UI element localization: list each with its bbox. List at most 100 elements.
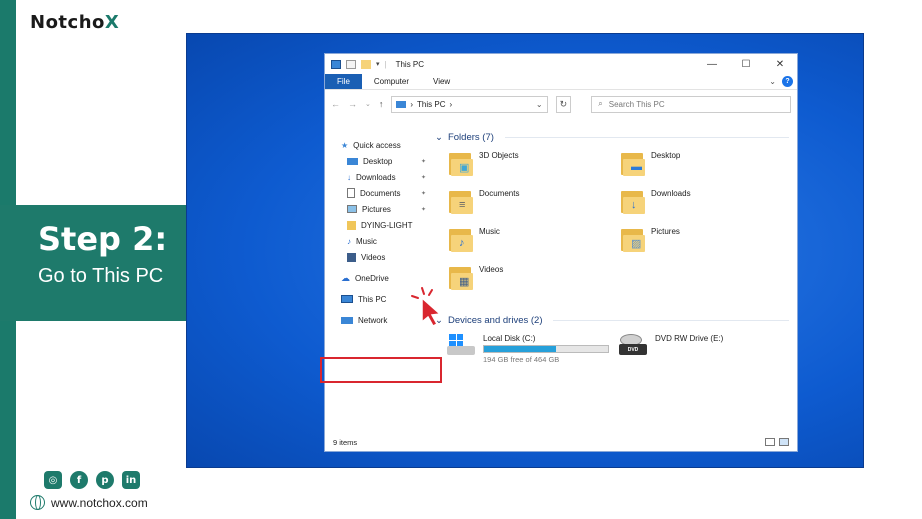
breadcrumb-separator: › <box>449 99 453 109</box>
sidebar-item-label: Videos <box>361 252 386 262</box>
search-input[interactable]: ⌕ Search This PC <box>591 95 791 113</box>
folder-icon: ▦ <box>449 265 473 291</box>
folder-label: 3D Objects <box>479 151 519 160</box>
folder-label: Videos <box>479 265 504 274</box>
this-pc-highlight-box <box>320 357 442 383</box>
customize-toolbar-icon[interactable]: ▾ <box>376 60 380 68</box>
window-title: This PC <box>395 59 425 69</box>
folder-documents[interactable]: ≡ Documents <box>449 189 519 215</box>
minimize-button[interactable]: — <box>695 59 729 70</box>
explorer-body: ★ Quick access Desktop ✦ ↓ Downloads ✦ D… <box>320 130 797 433</box>
details-view-icon[interactable] <box>765 438 775 446</box>
folders-section-header[interactable]: ⌄ Folders (7) <box>435 129 797 145</box>
music-icon: ♪ <box>347 236 351 246</box>
expand-ribbon-icon[interactable]: ⌄ <box>769 77 776 86</box>
drive-local-disk-c[interactable]: Local Disk (C:) 194 GB free of 464 GB <box>447 334 609 364</box>
new-folder-icon[interactable] <box>361 59 371 69</box>
sidebar-item-documents[interactable]: Documents ✦ <box>325 185 426 201</box>
sidebar-item-quick-access[interactable]: ★ Quick access <box>325 137 425 153</box>
logo-x: X <box>104 12 120 33</box>
computer-icon <box>396 100 407 108</box>
tab-computer[interactable]: Computer <box>362 74 421 89</box>
notchox-logo: NotchoX <box>30 12 119 33</box>
pin-icon: ✦ <box>421 206 427 213</box>
folder-desktop[interactable]: ▬ Desktop <box>621 151 680 177</box>
folder-3d-objects[interactable]: ▣ 3D Objects <box>449 151 519 177</box>
refresh-button[interactable]: ↻ <box>555 95 572 113</box>
pin-icon: ✦ <box>421 158 427 165</box>
sidebar-item-label: DYING-LIGHT <box>361 220 413 230</box>
click-cursor-icon <box>411 287 442 327</box>
social-links: ◎ f p in <box>44 471 140 489</box>
tab-view[interactable]: View <box>421 74 462 89</box>
back-icon[interactable]: ← <box>331 99 340 109</box>
maximize-button[interactable]: ☐ <box>729 59 763 70</box>
sidebar-item-dying-light[interactable]: DYING-LIGHT <box>325 217 425 233</box>
sidebar-item-pictures[interactable]: Pictures ✦ <box>325 201 427 217</box>
folder-icon: ▨ <box>621 227 645 253</box>
folder-videos[interactable]: ▦ Videos <box>449 265 503 291</box>
drive-usage-bar <box>483 345 609 353</box>
properties-icon[interactable] <box>346 59 356 69</box>
sidebar-item-label: Desktop <box>363 156 393 166</box>
drive-free-space: 194 GB free of 464 GB <box>483 355 560 364</box>
devices-section-header[interactable]: ⌄ Devices and drives (2) <box>435 312 797 328</box>
facebook-icon[interactable]: f <box>70 471 88 489</box>
sidebar-item-label: Documents <box>360 188 401 198</box>
large-icons-view-icon[interactable] <box>779 438 789 446</box>
folder-label: Music <box>479 227 500 236</box>
close-button[interactable]: ✕ <box>763 59 797 70</box>
window-controls: — ☐ ✕ <box>695 59 797 70</box>
downloads-icon: ↓ <box>347 172 351 182</box>
desktop-icon <box>347 157 358 165</box>
sidebar-item-label: Quick access <box>353 140 401 150</box>
star-icon: ★ <box>341 140 349 150</box>
folder-icon: ↓ <box>621 189 645 215</box>
folders-grid: ▣ 3D Objects ▬ Desktop ≡ Documents ↓ Dow… <box>435 145 797 313</box>
pinterest-icon[interactable]: p <box>96 471 114 489</box>
folder-icon: ▬ <box>621 151 645 177</box>
folder-icon <box>347 220 356 230</box>
sidebar-item-videos[interactable]: Videos <box>325 249 425 265</box>
status-bar: 9 items <box>325 433 797 451</box>
instagram-icon[interactable]: ◎ <box>44 471 62 489</box>
folder-label: Desktop <box>651 151 681 160</box>
navigation-bar: ← → ⌄ ↑ › This PC › ⌄ ↻ ⌕ Search This PC <box>325 90 797 118</box>
breadcrumb-this-pc[interactable]: This PC <box>417 100 445 109</box>
folder-pictures[interactable]: ▨ Pictures <box>621 227 680 253</box>
drive-label: DVD RW Drive (E:) <box>655 334 724 343</box>
tab-file[interactable]: File <box>325 74 362 89</box>
pictures-icon <box>347 205 357 213</box>
up-icon[interactable]: ↑ <box>379 99 384 109</box>
help-icon[interactable]: ? <box>782 76 793 87</box>
linkedin-icon[interactable]: in <box>122 471 140 489</box>
address-bar[interactable]: › This PC › ⌄ <box>391 95 548 113</box>
dvd-drive-icon: DVD <box>619 334 647 358</box>
sidebar-item-label: OneDrive <box>355 273 389 283</box>
breadcrumb-separator: › <box>410 99 414 109</box>
cloud-icon: ☁ <box>341 272 350 283</box>
file-explorer-window: ▾ | This PC — ☐ ✕ File Computer View ⌄ ?… <box>320 53 798 452</box>
search-icon: ⌕ <box>598 99 603 108</box>
content-pane: ⌄ Folders (7) ▣ 3D Objects ▬ Desktop ≡ D… <box>435 130 797 433</box>
chevron-down-icon: ⌄ <box>435 131 443 143</box>
sidebar-item-music[interactable]: ♪ Music <box>325 233 425 249</box>
section-title: Devices and drives (2) <box>447 314 543 326</box>
drive-dvd-rw-e[interactable]: DVD DVD RW Drive (E:) <box>619 334 723 358</box>
navigation-pane: ★ Quick access Desktop ✦ ↓ Downloads ✦ D… <box>325 130 427 433</box>
sidebar-item-onedrive[interactable]: ☁ OneDrive <box>325 270 425 286</box>
documents-icon <box>347 188 355 198</box>
network-icon <box>341 316 353 324</box>
chevron-down-icon[interactable]: ⌄ <box>536 100 543 109</box>
sidebar-item-label: Downloads <box>356 172 396 182</box>
sidebar-item-desktop[interactable]: Desktop ✦ <box>325 153 427 169</box>
sidebar-item-label: This PC <box>358 294 387 304</box>
forward-icon[interactable]: → <box>348 99 357 109</box>
sidebar-item-label: Network <box>358 315 388 325</box>
recent-locations-icon[interactable]: ⌄ <box>365 100 371 108</box>
folder-music[interactable]: ♪ Music <box>449 227 500 253</box>
website-link[interactable]: www.notchox.com <box>30 495 148 510</box>
sidebar-item-downloads[interactable]: ↓ Downloads ✦ <box>325 169 426 185</box>
computer-icon <box>341 295 353 303</box>
folder-downloads[interactable]: ↓ Downloads <box>621 189 691 215</box>
